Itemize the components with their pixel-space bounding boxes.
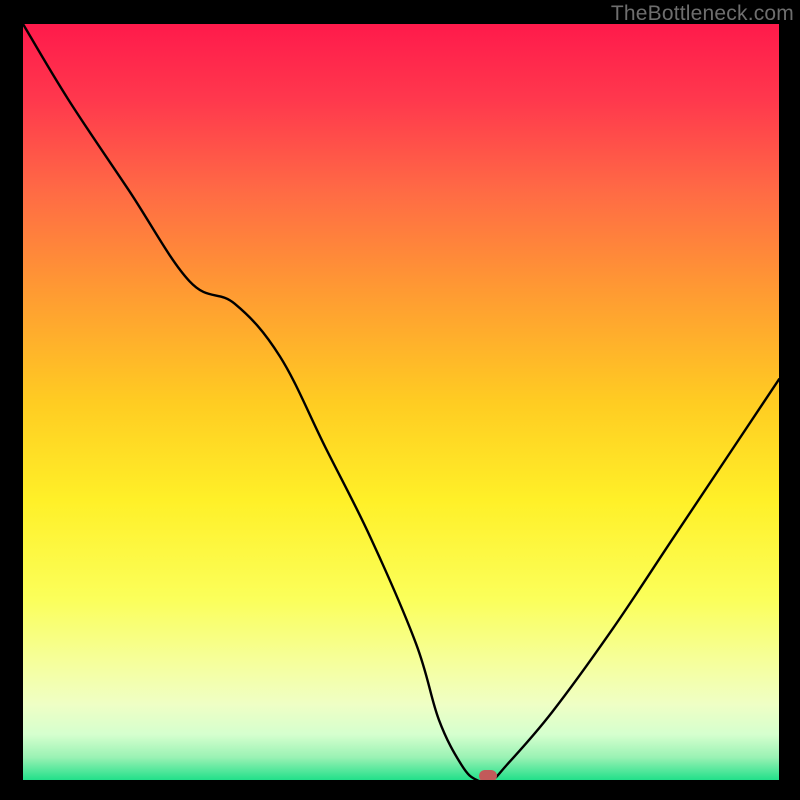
plot-area [23, 24, 779, 780]
bottleneck-curve [23, 24, 779, 780]
optimal-marker [479, 770, 497, 780]
watermark-text: TheBottleneck.com [611, 2, 794, 26]
chart-frame: TheBottleneck.com [0, 0, 800, 800]
